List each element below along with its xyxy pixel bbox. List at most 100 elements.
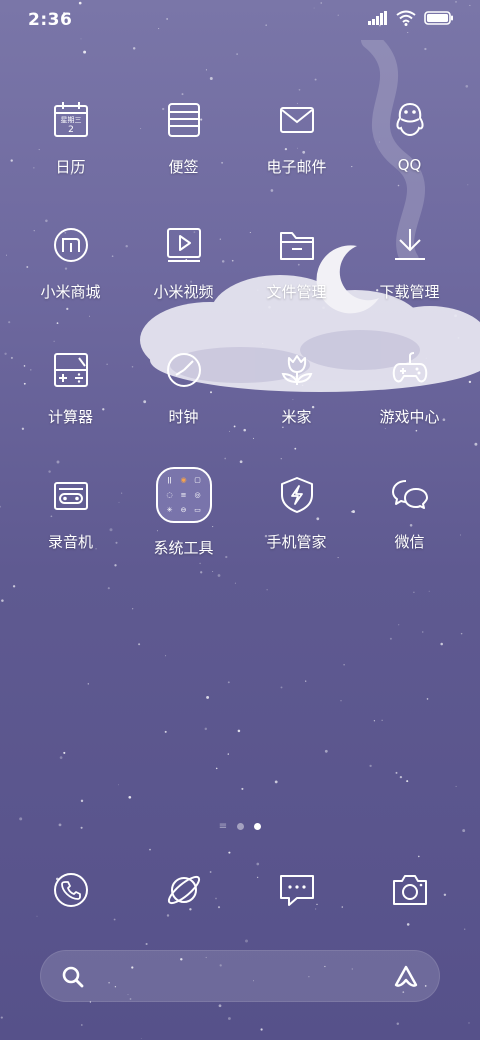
app-mi-video[interactable]: 小米视频 [127,225,240,302]
assistant-icon[interactable] [393,964,419,990]
app-label: 小米视频 [153,283,214,301]
star [252,437,255,439]
star [199,562,201,565]
calendar-icon: 星期三 2 [53,102,88,137]
star [294,447,297,450]
star [245,939,248,943]
wifi-icon [396,10,416,26]
app-label: 系统工具 [153,539,214,557]
star [322,306,325,309]
app-wechat[interactable]: 微信 [353,475,466,552]
star [454,314,457,318]
star [280,458,282,460]
folder-system-tools[interactable]: ǀǀ ◉ ▢ ◌ ≡ ◎ ✳ ⊖ ▭ 系统工具 [127,467,240,558]
app-download-manager[interactable]: 下载管理 [353,225,466,302]
star [324,749,328,753]
star [12,585,16,588]
dock-camera[interactable] [390,870,430,910]
star [260,1028,263,1031]
page-indicator[interactable]: ≡ [0,821,480,832]
star [224,457,227,460]
app-label: 米家 [281,408,312,426]
search-icon[interactable] [61,965,85,989]
star [239,460,243,464]
phone-icon [54,873,88,907]
star [280,686,283,689]
dock-phone[interactable] [51,870,91,910]
browser-planet-icon [167,875,201,905]
star [21,427,25,430]
star [474,442,478,446]
star [415,429,418,432]
star [132,47,136,50]
star [389,637,392,640]
star [107,587,110,590]
star [268,305,271,309]
video-icon [166,228,201,262]
app-label: 便签 [168,158,199,176]
app-notes[interactable]: 便签 [127,100,240,177]
star [424,47,427,51]
dock-browser[interactable] [164,870,204,910]
star [314,78,317,81]
qq-icon [396,102,423,137]
star [395,771,398,774]
mail-icon [279,107,314,133]
star [340,700,342,702]
app-security[interactable]: 手机管家 [240,475,353,552]
app-recorder[interactable]: 录音机 [14,475,127,552]
star [468,380,472,384]
app-mi-store[interactable]: 小米商城 [14,225,127,302]
star [217,574,221,577]
app-label: 小米商城 [40,283,101,301]
star [464,928,466,930]
app-calculator[interactable]: 计算器 [14,350,127,427]
mi-store-icon [53,228,88,262]
star [460,632,463,635]
app-qq[interactable]: QQ [353,100,466,174]
star [149,848,151,851]
star [114,564,117,567]
app-calendar[interactable]: 星期三 2 日历 [14,100,127,177]
notes-icon [167,103,200,137]
app-mijia[interactable]: 米家 [240,350,353,427]
wechat-icon [391,480,428,509]
star [347,332,349,334]
battery-icon [424,11,453,25]
app-file-manager[interactable]: 文件管理 [240,225,353,302]
star [1,599,4,602]
calendar-day: 2 [68,125,74,135]
star [206,695,210,699]
page-dot-active[interactable] [254,823,262,830]
page-list-icon: ≡ [218,821,228,832]
cellular-signal-icon [368,11,387,25]
star [83,50,87,54]
star [200,571,203,574]
star [262,343,264,345]
star [204,727,208,731]
star [237,729,241,733]
search-bar[interactable] [40,950,440,1002]
star [80,799,84,803]
app-label: 计算器 [47,408,93,426]
star [205,69,207,71]
page-dot[interactable] [237,823,245,830]
star [457,337,460,339]
star [10,356,13,359]
star [467,184,469,186]
star [59,756,63,759]
star [138,643,141,646]
security-shield-icon [280,477,313,513]
star [165,655,167,657]
app-clock[interactable]: 时钟 [127,350,240,427]
gamepad-icon [392,352,427,383]
app-email[interactable]: 电子邮件 [240,100,353,177]
star [66,307,69,311]
dock-messages[interactable] [277,870,317,910]
app-label: 游戏中心 [379,408,440,426]
star [384,428,386,430]
star [398,624,400,626]
app-game-center[interactable]: 游戏中心 [353,350,466,427]
star [5,254,8,256]
status-time: 2:36 [28,10,73,30]
